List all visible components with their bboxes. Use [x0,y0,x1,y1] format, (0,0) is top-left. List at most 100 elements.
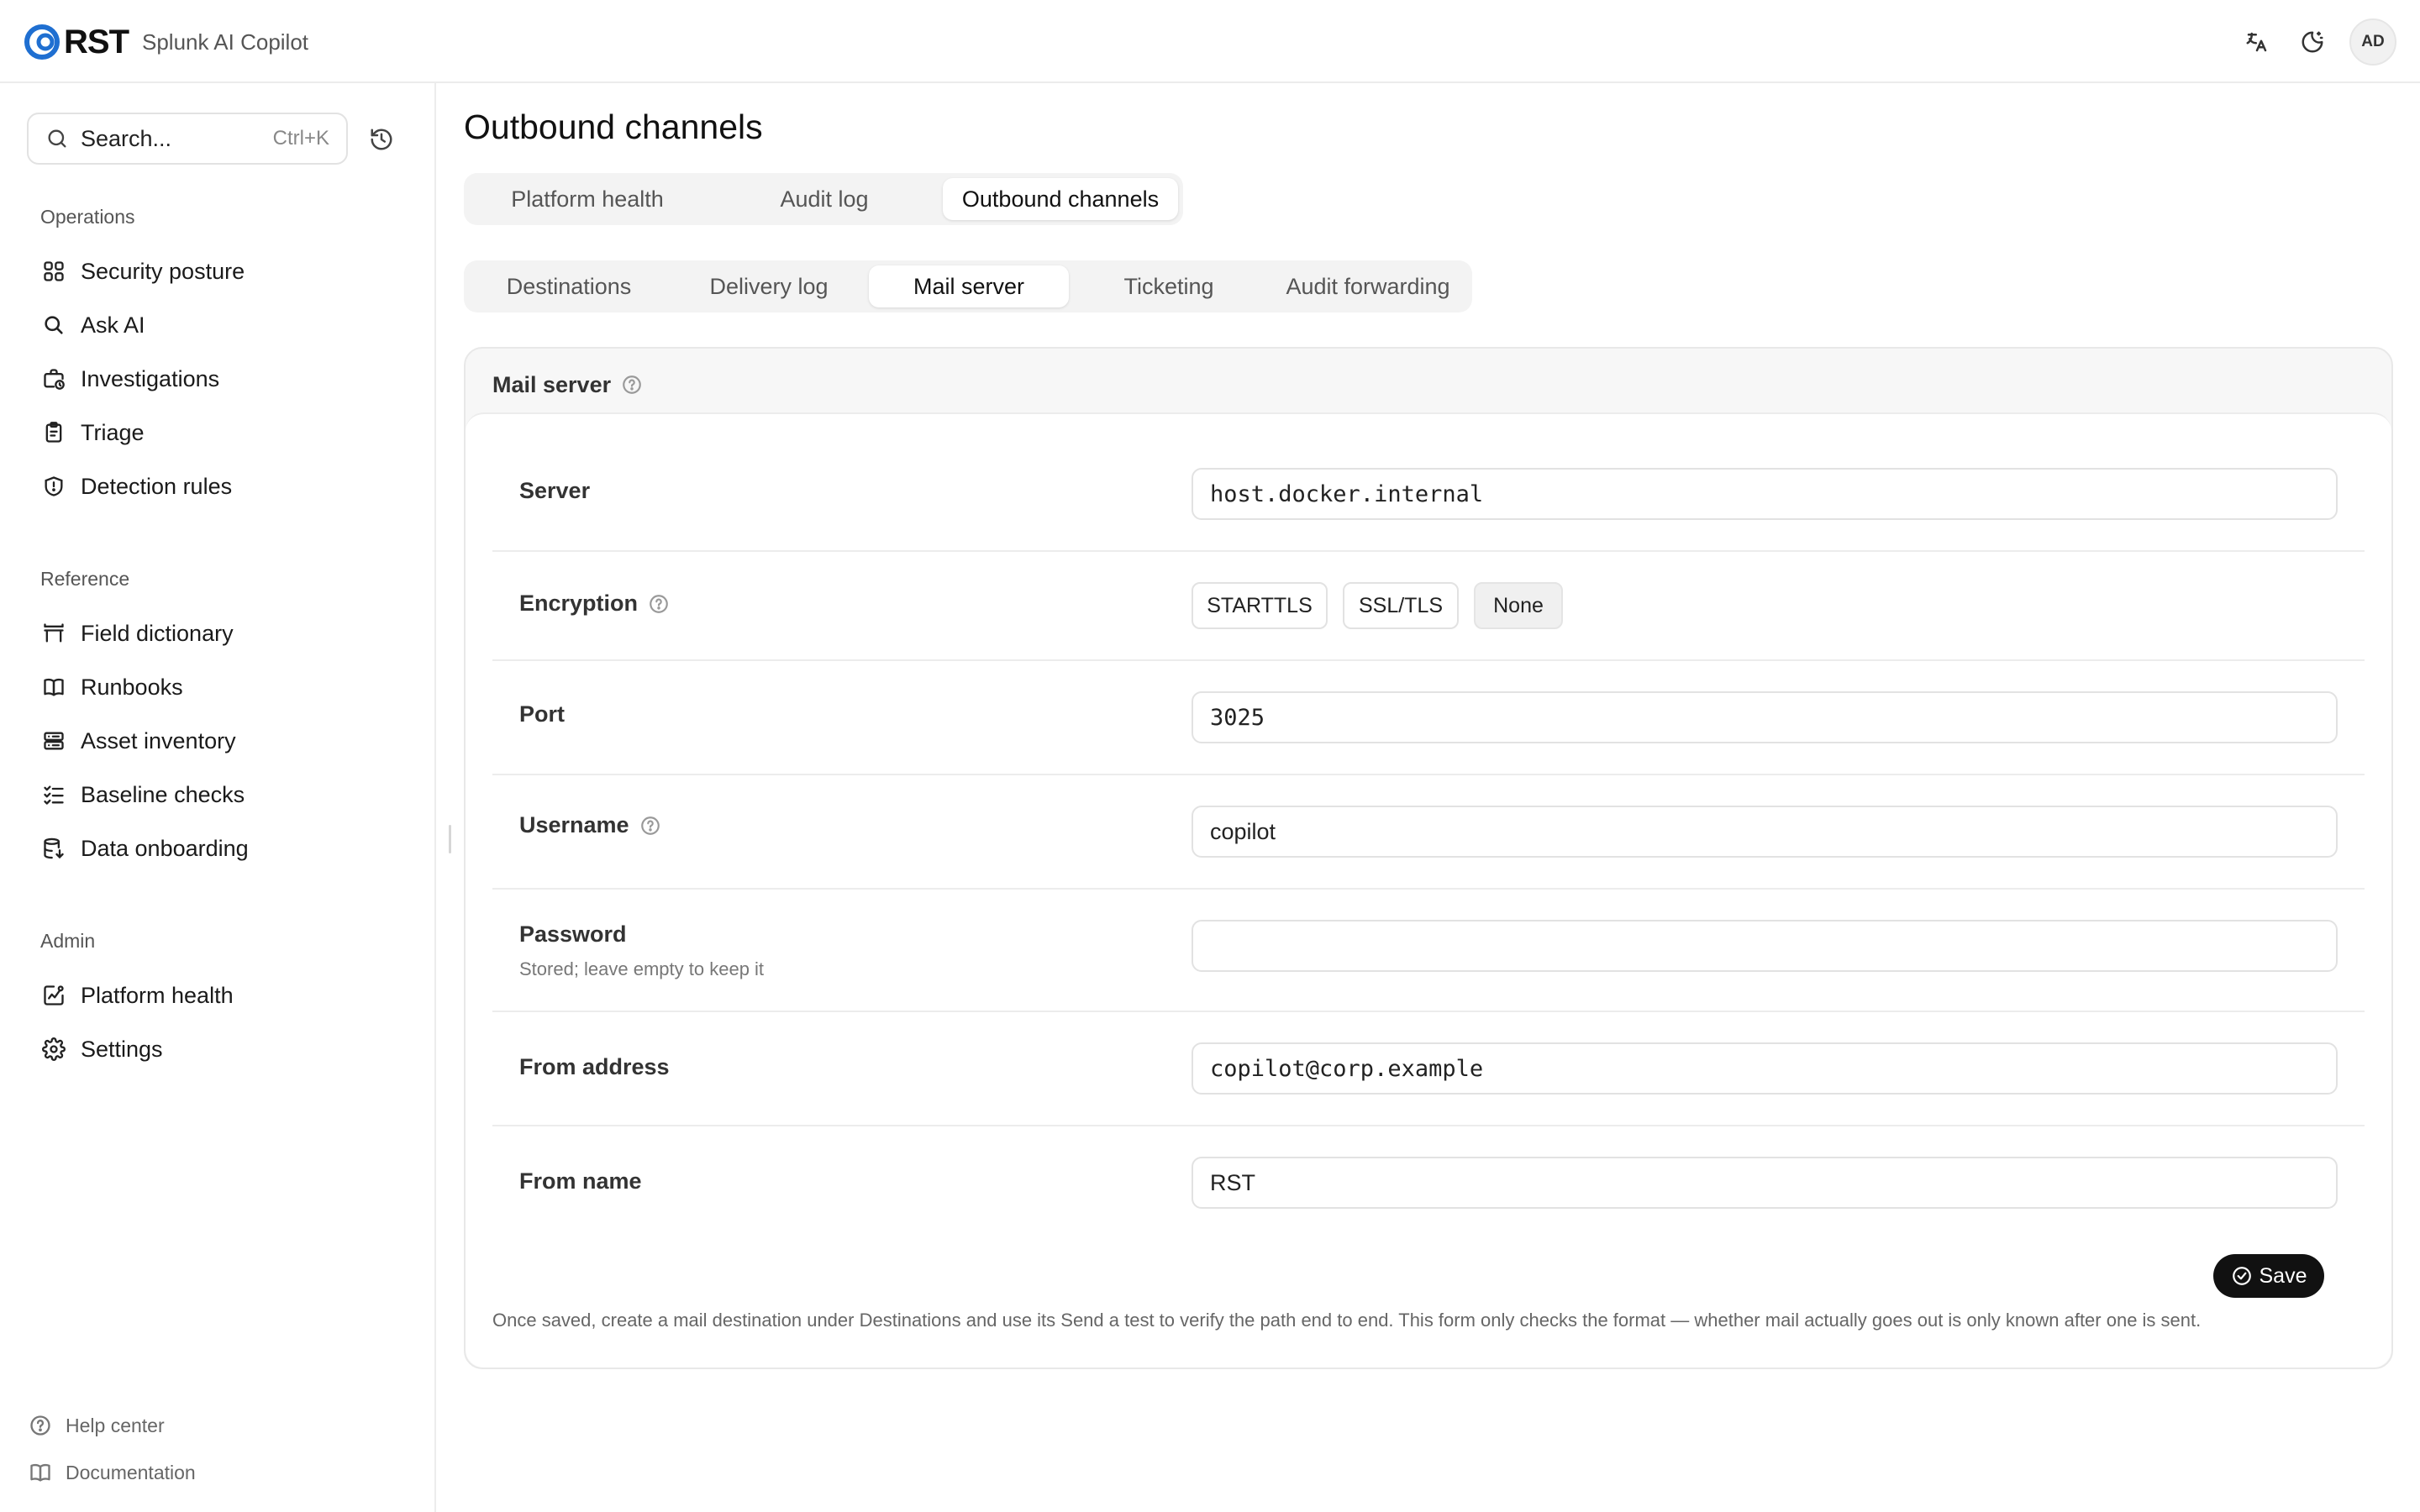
server-icon [40,727,67,754]
field-label-server: Server [519,478,591,503]
book-icon [27,1459,54,1486]
form-note: Once saved, create a mail destination un… [492,1310,2202,1331]
password-input[interactable] [1192,920,2338,972]
sidebar-item-detection-rules[interactable]: Detection rules [40,466,232,507]
password-hint: Stored; leave empty to keep it [519,958,765,979]
subtab-mail-server[interactable]: Mail server [869,265,1069,307]
subtab-ticketing[interactable]: Ticketing [1069,265,1269,307]
sidebar-item-baseline-checks[interactable]: Baseline checks [40,774,245,815]
sidebar-item-label: Detection rules [81,473,233,499]
documentation-link[interactable]: Documentation [27,1459,196,1486]
sidebar-item-ask-ai[interactable]: Ask AI [40,305,145,345]
field-label-encryption: Encryption [519,591,670,617]
grid-icon [40,258,67,285]
sidebar-item-platform-health[interactable]: Platform health [40,975,234,1016]
top-actions: AD [2238,18,2396,66]
search-placeholder: Search... [81,125,172,151]
help-icon[interactable] [639,815,661,837]
sidebar-item-data-onboarding[interactable]: Data onboarding [40,828,249,869]
port-input[interactable]: 3025 [1192,691,2338,743]
section-title-admin: Admin [40,930,96,952]
sidebar-item-triage[interactable]: Triage [40,412,145,453]
subtab-audit-forwarding[interactable]: Audit forwarding [1269,265,1467,307]
server-input[interactable]: host.docker.internal [1192,468,2338,520]
sidebar-item-label: Baseline checks [81,781,245,807]
sidebar-item-label: Settings [81,1036,163,1062]
sidebar-item-field-dictionary[interactable]: Field dictionary [40,613,234,654]
search-icon [40,312,67,339]
check-circle-icon [2232,1267,2251,1285]
sidebar-item-label: Runbooks [81,674,183,700]
chart-pulse-icon [40,982,67,1009]
field-label-password: Password [519,921,627,947]
field-row-password: Password Stored; leave empty to keep it [492,890,2365,1012]
tab-platform-health[interactable]: Platform health [469,178,706,220]
help-circle-icon [27,1412,54,1439]
section-title-reference: Reference [40,568,130,590]
sidebar-item-label: Data onboarding [81,835,249,861]
field-label-username: Username [519,812,661,838]
encryption-option-ssl-tls[interactable]: SSL/TLS [1343,582,1459,629]
from-address-input[interactable]: copilot@corp.example [1192,1042,2338,1095]
translate-icon[interactable] [2238,24,2275,60]
avatar[interactable]: AD [2349,18,2396,66]
history-icon[interactable] [365,123,398,156]
sidebar-item-label: Platform health [81,982,234,1008]
sidebar-item-runbooks[interactable]: Runbooks [40,667,183,707]
table-icon [40,620,67,647]
field-row-port: Port 3025 [492,661,2365,775]
sidebar-item-label: Security posture [81,258,245,284]
top-bar: RST Splunk AI Copilot AD [0,0,2420,83]
save-button[interactable]: Save [2213,1254,2324,1298]
sidebar-item-label: Triage [81,419,145,445]
book-open-icon [40,674,67,701]
sidebar-item-label: Asset inventory [81,727,236,753]
sidebar-item-security-posture[interactable]: Security posture [40,251,245,291]
field-row-encryption: Encryption STARTTLS SSL/TLS None [492,552,2365,661]
username-input[interactable]: copilot [1192,806,2338,858]
briefcase-clock-icon [40,365,67,392]
section-title-operations: Operations [40,206,135,228]
help-center-label: Help center [66,1414,165,1436]
mail-server-card: Mail server Server host.docker.internal … [464,347,2393,1369]
sidebar-item-asset-inventory[interactable]: Asset inventory [40,721,236,761]
brand-word: RST [64,23,129,60]
help-icon[interactable] [621,374,643,396]
search-input[interactable]: Search... Ctrl+K [27,113,348,165]
moon-icon[interactable] [2294,24,2331,60]
help-center-link[interactable]: Help center [27,1412,165,1439]
card-body: Server host.docker.internal Encryption S… [466,412,2391,1368]
username-label-text: Username [519,812,629,837]
encryption-option-starttls[interactable]: STARTTLS [1192,582,1328,629]
field-label-from-address: From address [519,1054,670,1079]
sidebar-item-investigations[interactable]: Investigations [40,359,219,399]
subtab-destinations[interactable]: Destinations [469,265,669,307]
help-icon[interactable] [648,593,670,615]
shield-icon [40,473,67,500]
field-row-from-address: From address copilot@corp.example [492,1012,2365,1126]
top-tabs: Platform health Audit log Outbound chann… [464,173,1183,225]
search-shortcut: Ctrl+K [272,127,329,150]
encryption-option-none[interactable]: None [1474,582,1563,629]
documentation-label: Documentation [66,1461,196,1483]
sidebar-resize-handle[interactable] [449,825,451,853]
app-name: Splunk AI Copilot [142,29,309,55]
subtab-delivery-log[interactable]: Delivery log [669,265,869,307]
tab-audit-log[interactable]: Audit log [706,178,943,220]
field-label-port: Port [519,701,565,727]
page-title: Outbound channels [464,108,763,146]
field-row-from-name: From name RST [492,1126,2365,1236]
database-import-icon [40,835,67,862]
encryption-label-text: Encryption [519,591,639,616]
brand[interactable]: RST Splunk AI Copilot [24,18,308,66]
from-name-input[interactable]: RST [1192,1157,2338,1209]
field-row-username: Username copilot [492,775,2365,890]
save-button-label: Save [2259,1263,2307,1288]
sidebar-item-label: Field dictionary [81,620,234,646]
tab-outbound-channels[interactable]: Outbound channels [943,178,1178,220]
gear-icon [40,1036,67,1063]
sidebar-item-settings[interactable]: Settings [40,1029,163,1069]
list-check-icon [40,781,67,808]
sidebar-item-label: Investigations [81,365,220,391]
brand-logo: RST [24,24,129,61]
